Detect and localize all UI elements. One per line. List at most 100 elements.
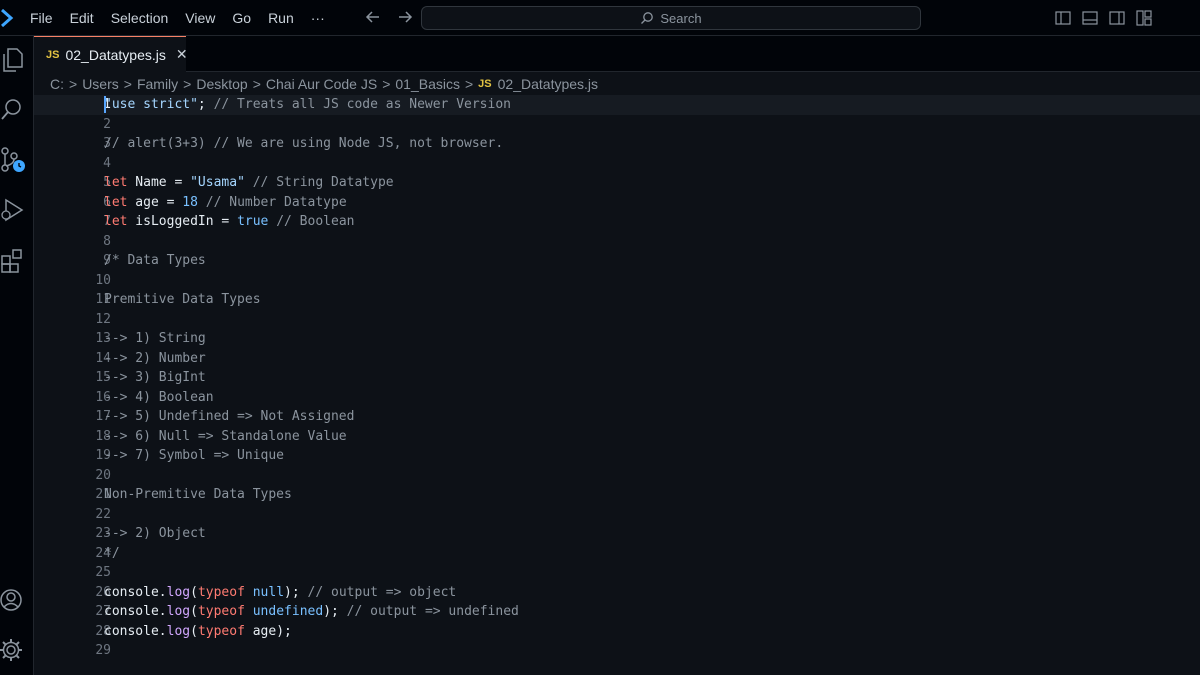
code-line[interactable]: 9/* Data Types bbox=[34, 251, 1200, 271]
code-text: --> 6) Null => Standalone Value bbox=[104, 427, 347, 447]
menu-item-4[interactable]: Go bbox=[232, 10, 251, 26]
code-line[interactable]: 8 bbox=[34, 232, 1200, 252]
code-text: console.log(typeof null); // output => o… bbox=[104, 583, 456, 603]
code-token: */ bbox=[104, 545, 120, 561]
line-number: 25 bbox=[95, 565, 111, 580]
code-line[interactable]: 15 --> 3) BigInt bbox=[34, 368, 1200, 388]
code-line[interactable]: 27 console.log(typeof undefined); // outp… bbox=[34, 602, 1200, 622]
command-center-search[interactable]: Search bbox=[421, 6, 921, 30]
breadcrumb-item[interactable]: Chai Aur Code JS bbox=[266, 76, 377, 92]
toggle-primary-sidebar-icon[interactable] bbox=[1054, 9, 1072, 27]
editor-tab-bar: JS 02_Datatypes.js ✕ bbox=[34, 36, 1200, 72]
source-control-icon[interactable] bbox=[0, 146, 26, 174]
code-line[interactable]: 22 bbox=[34, 505, 1200, 525]
menu-item-5[interactable]: Run bbox=[268, 10, 294, 26]
close-icon[interactable]: ✕ bbox=[176, 46, 188, 63]
customize-layout-icon[interactable] bbox=[1135, 9, 1153, 27]
code-line[interactable]: 23 --> 2) Object bbox=[34, 524, 1200, 544]
code-text: /* Data Types bbox=[104, 251, 206, 271]
chevron-right-icon: > bbox=[183, 76, 192, 92]
menu-item-3[interactable]: View bbox=[185, 10, 215, 26]
code-token: ( bbox=[190, 584, 198, 600]
back-arrow-icon[interactable] bbox=[364, 8, 382, 26]
menu-item-2[interactable]: Selection bbox=[111, 10, 169, 26]
code-token: undefined bbox=[252, 604, 324, 619]
breadcrumb-item[interactable]: 01_Basics bbox=[395, 76, 460, 92]
code-line[interactable]: 17 --> 5) Undefined => Not Assigned bbox=[34, 407, 1200, 427]
settings-gear-icon[interactable] bbox=[0, 636, 26, 664]
code-text: --> 7) Symbol => Unique bbox=[104, 446, 284, 466]
title-bar: File Edit Selection View Go Run ··· Search bbox=[0, 0, 1200, 36]
code-token: /* Data Types bbox=[104, 253, 206, 268]
code-line[interactable]: 12 bbox=[34, 310, 1200, 330]
breadcrumb-item[interactable]: Users bbox=[82, 76, 119, 92]
code-token: ; bbox=[197, 97, 214, 112]
code-token: Name = bbox=[127, 175, 191, 190]
code-line[interactable]: 29 bbox=[34, 641, 1200, 661]
code-text: let age = 18 // Number Datatype bbox=[104, 193, 347, 213]
tab-02-datatypes[interactable]: JS 02_Datatypes.js ✕ bbox=[34, 36, 188, 72]
code-token: log bbox=[166, 584, 191, 600]
code-token: ); bbox=[284, 584, 308, 600]
code-line[interactable]: 2 bbox=[34, 115, 1200, 135]
code-token: age); bbox=[244, 623, 292, 639]
menu-bar: File Edit Selection View Go Run ··· bbox=[30, 0, 342, 36]
code-token: --> 5) Undefined => Not Assigned bbox=[104, 409, 355, 424]
menu-item-1[interactable]: Edit bbox=[70, 10, 94, 26]
code-line[interactable]: 14 --> 2) Number bbox=[34, 349, 1200, 369]
toggle-panel-icon[interactable] bbox=[1081, 9, 1099, 27]
code-token: --> 3) BigInt bbox=[104, 370, 206, 385]
code-line[interactable]: 25 bbox=[34, 563, 1200, 583]
code-token: log bbox=[166, 623, 191, 639]
line-number: 22 bbox=[95, 506, 111, 522]
code-line[interactable]: 28 console.log(typeof age); bbox=[34, 622, 1200, 642]
code-line[interactable]: 16 --> 4) Boolean bbox=[34, 388, 1200, 408]
account-icon[interactable] bbox=[0, 586, 26, 614]
breadcrumb-item[interactable]: Family bbox=[137, 76, 178, 92]
activity-bar bbox=[0, 36, 34, 675]
code-line[interactable]: 7 let isLoggedIn = true // Boolean bbox=[34, 212, 1200, 232]
code-line[interactable]: 4 bbox=[34, 154, 1200, 174]
code-token: --> 4) Boolean bbox=[104, 389, 214, 405]
chevron-right-icon: > bbox=[69, 76, 78, 92]
code-line[interactable]: 19 --> 7) Symbol => Unique bbox=[34, 446, 1200, 466]
menu-item-6[interactable]: ··· bbox=[311, 10, 325, 26]
code-text: --> 2) Number bbox=[104, 349, 206, 369]
run-debug-icon[interactable] bbox=[0, 196, 26, 224]
js-file-icon: JS bbox=[46, 48, 60, 61]
toggle-secondary-sidebar-icon[interactable] bbox=[1108, 9, 1126, 27]
code-editor[interactable]: 1 "use strict"; // Treats all JS code as … bbox=[34, 95, 1200, 675]
code-token: --> 6) Null => Standalone Value bbox=[104, 428, 347, 444]
breadcrumb-file[interactable]: 02_Datatypes.js bbox=[498, 76, 598, 92]
code-token: // Number Datatype bbox=[205, 194, 347, 210]
code-line[interactable]: 21 Non-Premitive Data Types bbox=[34, 485, 1200, 505]
code-token: --> 1) String bbox=[104, 331, 206, 346]
code-token: // Treats all JS code as Newer Version bbox=[213, 97, 511, 112]
code-line[interactable]: 13 --> 1) String bbox=[34, 329, 1200, 349]
code-line[interactable]: 11 Premitive Data Types bbox=[34, 290, 1200, 310]
chevron-right-icon: > bbox=[382, 76, 391, 92]
explorer-icon[interactable] bbox=[0, 46, 26, 74]
menu-item-0[interactable]: File bbox=[30, 10, 53, 26]
code-line[interactable]: 18 --> 6) Null => Standalone Value bbox=[34, 427, 1200, 447]
code-line[interactable]: 24 */ bbox=[34, 544, 1200, 564]
code-token: 18 bbox=[182, 194, 198, 210]
code-token: null bbox=[252, 584, 285, 600]
code-line[interactable]: 1 "use strict"; // Treats all JS code as … bbox=[34, 95, 1200, 115]
code-token: ( bbox=[190, 623, 198, 639]
breadcrumb-item[interactable]: C: bbox=[50, 76, 64, 92]
code-line[interactable]: 5 let Name = "Usama" // String Datatype bbox=[34, 173, 1200, 193]
code-line[interactable]: 26 console.log(typeof null); // output =>… bbox=[34, 583, 1200, 603]
code-token: ); bbox=[323, 604, 347, 619]
code-line[interactable]: 3// alert(3+3) // We are using Node JS, … bbox=[34, 134, 1200, 154]
code-token: "use strict" bbox=[104, 97, 198, 112]
breadcrumb-item[interactable]: Desktop bbox=[196, 76, 247, 92]
code-line[interactable]: 6 let age = 18 // Number Datatype bbox=[34, 193, 1200, 213]
search-view-icon[interactable] bbox=[0, 96, 26, 124]
code-text: --> 5) Undefined => Not Assigned bbox=[104, 407, 354, 427]
extensions-icon[interactable] bbox=[0, 246, 26, 274]
code-line[interactable]: 10 bbox=[34, 271, 1200, 291]
forward-arrow-icon[interactable] bbox=[396, 8, 414, 26]
code-line[interactable]: 20 bbox=[34, 466, 1200, 486]
code-token: let bbox=[104, 175, 128, 190]
